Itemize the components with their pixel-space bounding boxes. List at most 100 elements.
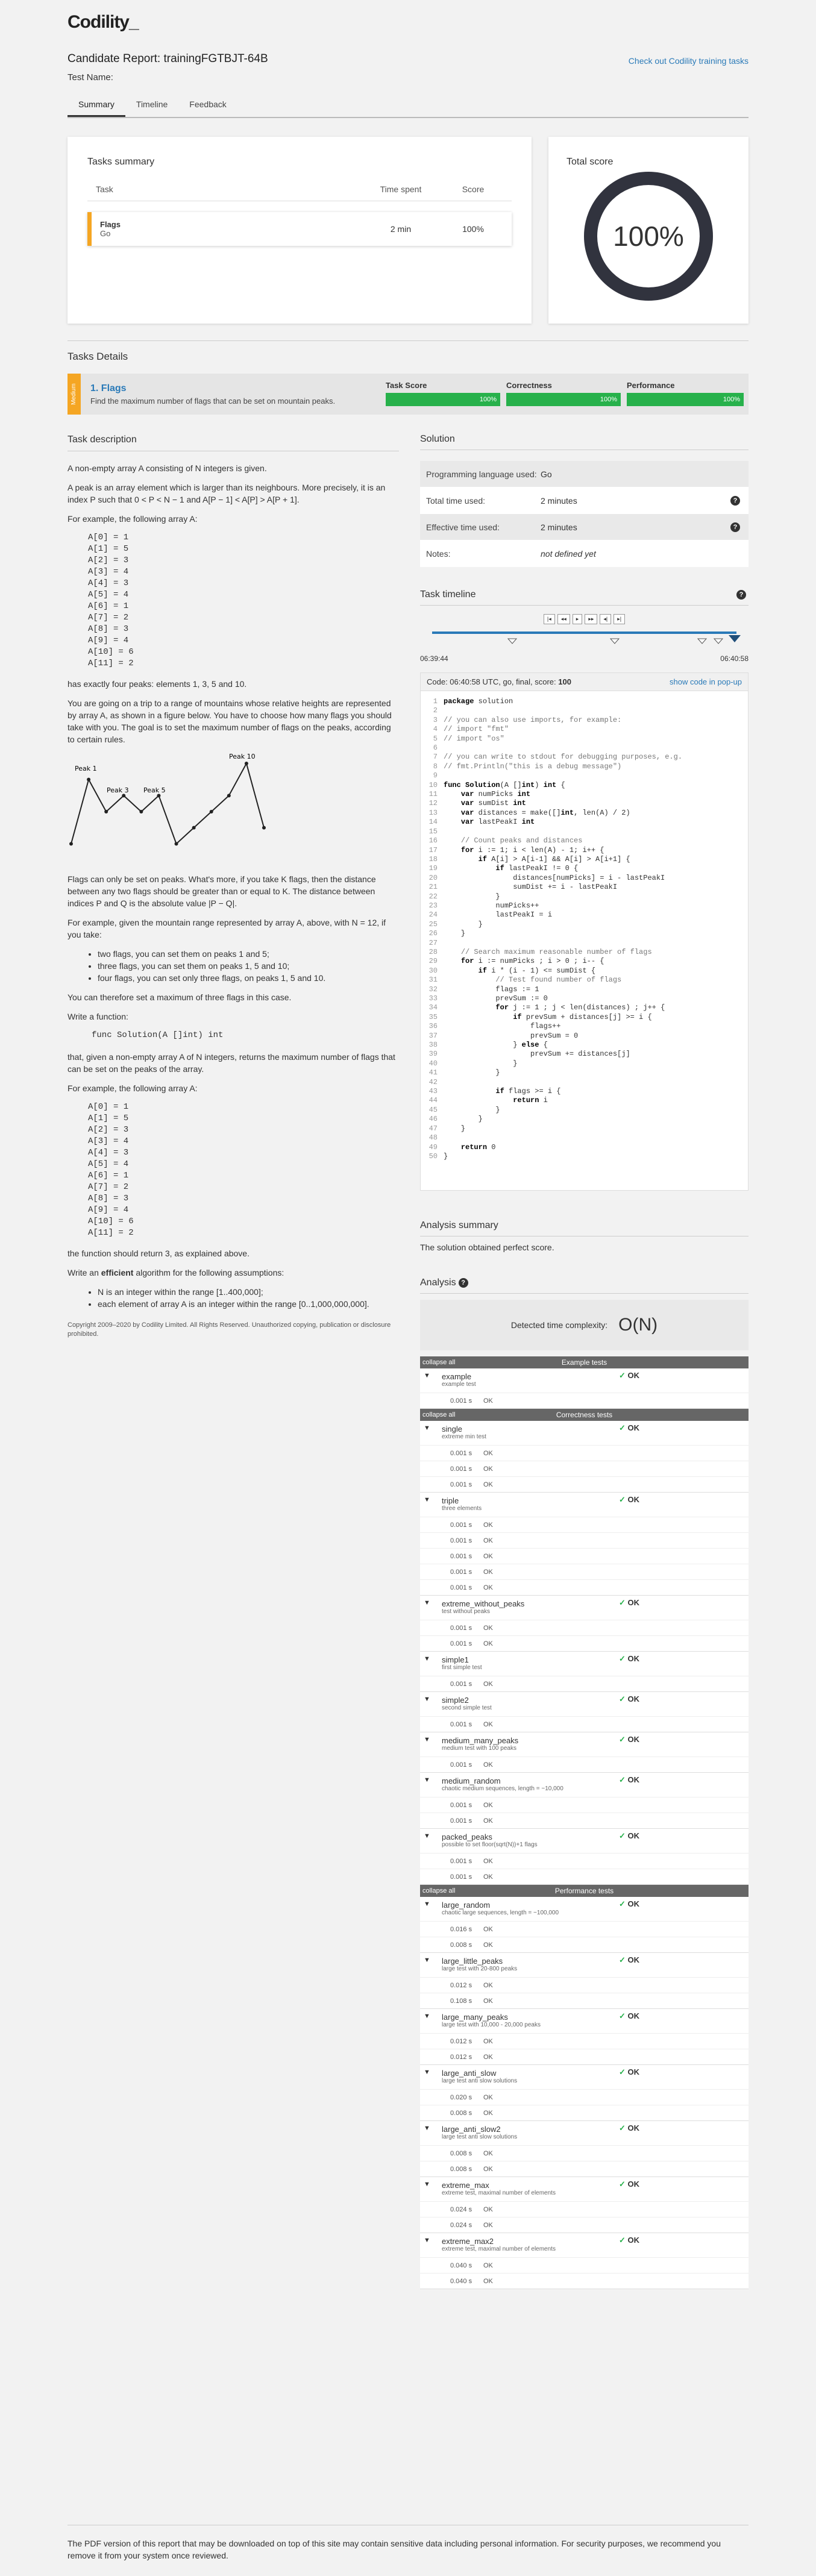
array-line: A[11] = 2 bbox=[88, 1228, 134, 1238]
test-subresult: 0.108 s OK bbox=[420, 1993, 749, 2008]
task-score-track: 100% bbox=[386, 393, 500, 406]
timeline-marker bbox=[507, 638, 518, 644]
toggle-triangle-icon[interactable]: ▼ bbox=[424, 1496, 442, 1512]
test-case: ▼ simple2 second simple test ✓ OK 0.001 s OK bbox=[420, 1692, 749, 1732]
solution-row-effective-time: Effective time used: 2 minutes? bbox=[420, 514, 749, 541]
solution-row-notes: Notes: not defined yet bbox=[420, 541, 749, 567]
test-subresult: 0.001 s OK bbox=[420, 1532, 749, 1548]
play-button[interactable]: ▸ bbox=[572, 614, 583, 624]
analysis-summary: Analysis summary The solution obtained p… bbox=[420, 1220, 749, 1252]
copyright: Copyright 2009–2020 by Codility Limited.… bbox=[67, 1321, 391, 1338]
task-subtitle: Find the maximum number of flags that ca… bbox=[90, 396, 336, 406]
task-row-flags[interactable]: Flags Go 2 min 100% bbox=[87, 212, 512, 246]
col-time: Time spent bbox=[380, 184, 422, 194]
analysis-summary-title: Analysis summary bbox=[420, 1220, 749, 1236]
test-result: ✓ OK bbox=[619, 1831, 640, 1840]
test-subresult: 0.001 s OK bbox=[420, 1797, 749, 1813]
array-line: A[2] = 3 bbox=[88, 1125, 129, 1135]
test-name: simple2 bbox=[442, 1696, 469, 1705]
test-time: 0.001 s bbox=[450, 1873, 472, 1881]
training-tasks-link[interactable]: Check out Codility training tasks bbox=[629, 56, 749, 66]
timeline-marker bbox=[713, 638, 724, 644]
test-time: 0.001 s bbox=[450, 1521, 472, 1529]
complexity-label: Detected time complexity: bbox=[510, 1320, 608, 1330]
array-example-1: A[0] = 1 A[1] = 5 A[2] = 3 A[3] = 4 A[4] = 3… bbox=[88, 532, 399, 669]
timeline-help-icon[interactable]: ? bbox=[736, 590, 746, 600]
show-code-popup-link[interactable]: show code in pop-up bbox=[670, 677, 742, 686]
test-name: extreme_max bbox=[442, 2181, 489, 2190]
test-time: 0.012 s bbox=[450, 2054, 472, 2061]
toggle-triangle-icon[interactable]: ▼ bbox=[424, 1957, 442, 1972]
test-time: 0.001 s bbox=[450, 1481, 472, 1488]
help-icon[interactable]: ? bbox=[730, 495, 740, 506]
tab-feedback[interactable]: Feedback bbox=[178, 94, 237, 117]
collapse-all-button[interactable]: collapse all bbox=[422, 1409, 455, 1421]
last-button[interactable]: ▸| bbox=[614, 614, 626, 624]
codility-logo[interactable]: Codility_ bbox=[67, 12, 139, 33]
total-score-card: Total score 100% bbox=[548, 137, 749, 324]
tasks-details-title: Tasks Details bbox=[67, 351, 128, 362]
prev-button[interactable]: ◂| bbox=[600, 614, 612, 624]
test-status: OK bbox=[483, 2150, 493, 2157]
toggle-triangle-icon[interactable]: ▼ bbox=[424, 1424, 442, 1440]
array-line: A[1] = 5 bbox=[88, 1114, 129, 1123]
peak-label-3: Peak 3 bbox=[107, 786, 129, 794]
test-subresult: 0.001 s OK bbox=[420, 1548, 749, 1564]
test-name: large_random bbox=[442, 1901, 491, 1910]
tasks-summary-title: Tasks summary bbox=[87, 157, 155, 167]
test-name: large_anti_slow2 bbox=[442, 2125, 501, 2134]
correctness-track: 100% bbox=[506, 393, 621, 406]
test-time: 0.001 s bbox=[450, 1817, 472, 1825]
collapse-all-button[interactable]: collapse all bbox=[422, 1356, 455, 1368]
page-title: Candidate Report: trainingFGTBJT-64B bbox=[67, 52, 268, 65]
test-subresult: 0.012 s OK bbox=[420, 1977, 749, 1993]
collapse-all-button[interactable]: collapse all bbox=[422, 1885, 455, 1897]
timeline-current-marker[interactable] bbox=[729, 635, 741, 642]
test-time: 0.001 s bbox=[450, 1681, 472, 1688]
toggle-triangle-icon[interactable]: ▼ bbox=[424, 1599, 442, 1615]
test-time: 0.001 s bbox=[450, 1568, 472, 1576]
rewind-button[interactable]: ◂◂ bbox=[557, 614, 570, 624]
timeline-controls: |◂ ◂◂ ▸ ▸▸ ◂| ▸| bbox=[420, 614, 749, 624]
mountain-point bbox=[122, 794, 126, 798]
timeline-track[interactable] bbox=[420, 629, 749, 653]
performance-label: Performance bbox=[627, 381, 675, 390]
toggle-triangle-icon[interactable]: ▼ bbox=[424, 1372, 442, 1388]
toggle-triangle-icon[interactable]: ▼ bbox=[424, 2069, 442, 2084]
test-case: ▼ extreme_max extreme test, maximal number… bbox=[420, 2177, 749, 2233]
forward-button[interactable]: ▸▸ bbox=[585, 614, 598, 624]
test-status: OK bbox=[483, 1625, 493, 1632]
task-title-link[interactable]: 1. Flags bbox=[90, 383, 127, 394]
desc-p4: has exactly four peaks: elements 1, 3, 5… bbox=[67, 679, 247, 689]
test-case: ▼ single extreme min test ✓ OK 0.001 s OK 0.00… bbox=[420, 1421, 749, 1493]
test-case: ▼ simple1 first simple test ✓ OK 0.001 s OK bbox=[420, 1652, 749, 1692]
test-name: triple bbox=[442, 1496, 459, 1505]
test-status: OK bbox=[483, 1481, 493, 1488]
mountain-point bbox=[244, 762, 248, 765]
toggle-triangle-icon[interactable]: ▼ bbox=[424, 2013, 442, 2028]
toggle-triangle-icon[interactable]: ▼ bbox=[424, 2125, 442, 2140]
toggle-triangle-icon[interactable]: ▼ bbox=[424, 1776, 442, 1792]
toggle-triangle-icon[interactable]: ▼ bbox=[424, 1696, 442, 1711]
toggle-triangle-icon[interactable]: ▼ bbox=[424, 1901, 442, 1916]
function-signature: func Solution(A []int) int bbox=[92, 1030, 224, 1040]
tab-timeline[interactable]: Timeline bbox=[125, 94, 178, 117]
mountain-figure: Peak 1 Peak 3 Peak 5 Peak 10 bbox=[69, 753, 266, 846]
first-button[interactable]: |◂ bbox=[543, 614, 555, 624]
toggle-triangle-icon[interactable]: ▼ bbox=[424, 1736, 442, 1752]
array-line: A[7] = 2 bbox=[88, 613, 129, 622]
analysis-help-icon[interactable]: ? bbox=[458, 1278, 468, 1288]
desc-p13: Write an efficient algorithm for the fol… bbox=[67, 1267, 399, 1279]
test-result: ✓ OK bbox=[619, 1775, 640, 1784]
array-line: A[0] = 1 bbox=[88, 533, 129, 542]
toggle-triangle-icon[interactable]: ▼ bbox=[424, 2181, 442, 2196]
test-status: OK bbox=[483, 1873, 493, 1881]
toggle-triangle-icon[interactable]: ▼ bbox=[424, 2237, 442, 2252]
task-row-name[interactable]: Flags bbox=[100, 220, 365, 229]
toggle-triangle-icon[interactable]: ▼ bbox=[424, 1655, 442, 1671]
tab-summary[interactable]: Summary bbox=[67, 94, 125, 117]
test-status: OK bbox=[483, 1858, 493, 1865]
test-name: single bbox=[442, 1424, 462, 1434]
toggle-triangle-icon[interactable]: ▼ bbox=[424, 1832, 442, 1848]
help-icon[interactable]: ? bbox=[730, 522, 740, 532]
